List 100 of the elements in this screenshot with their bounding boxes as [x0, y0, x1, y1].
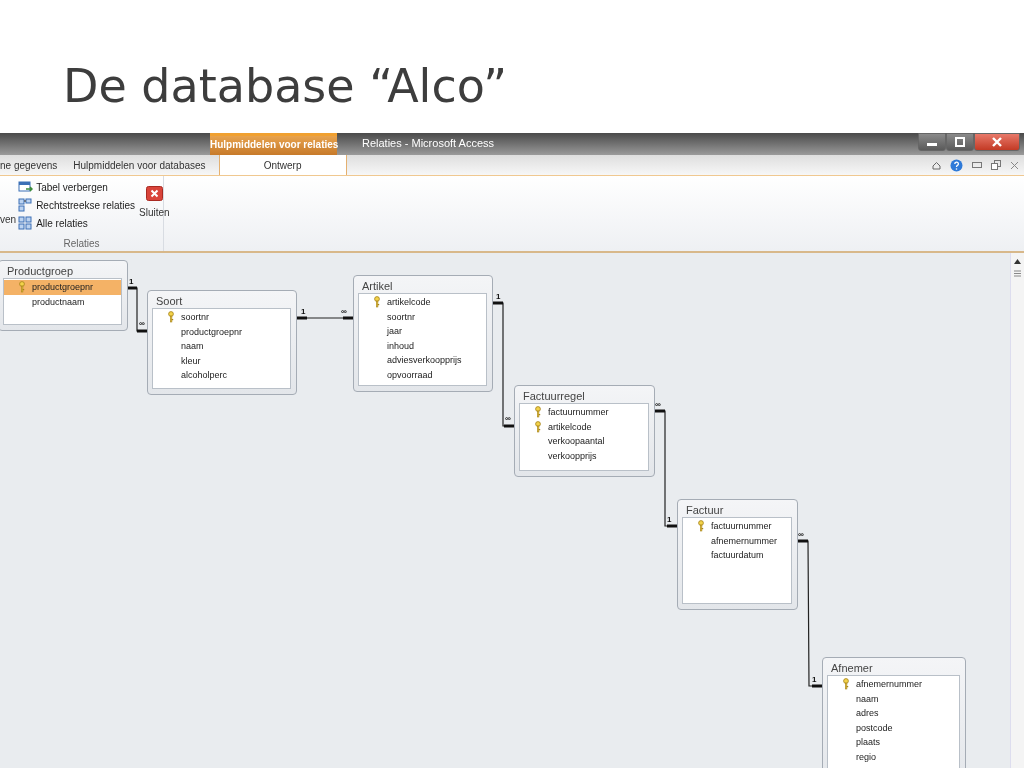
close-icon[interactable]: [1010, 160, 1019, 170]
field-name: productgroepnr: [181, 326, 243, 337]
field-name: adres: [856, 708, 879, 719]
field-row[interactable]: postcode: [828, 720, 959, 735]
ribbon-button[interactable]: Tabel verbergen: [16, 179, 138, 195]
field-name: artikelcode: [387, 297, 431, 308]
table-title: Soort: [155, 294, 184, 308]
table-title: Afnemer: [830, 661, 874, 675]
cardinality-label: 1: [129, 277, 134, 286]
field-row[interactable]: productgroepnr: [4, 280, 121, 295]
ribbon-button[interactable]: Alle relaties: [16, 215, 138, 231]
ribbon-tab[interactable]: Ontwerp: [219, 155, 347, 175]
field-row[interactable]: verkoopprijs: [520, 448, 648, 463]
close-icon: [991, 137, 1003, 147]
scroll-up-arrow[interactable]: [1014, 259, 1021, 264]
table-window[interactable]: Afnemer afnemernummer naam adres postcode plaats regio: [822, 657, 966, 768]
ribbon-tab[interactable]: ne gegevens: [0, 155, 66, 175]
group-label: Relaties: [62, 238, 101, 251]
field-row[interactable]: productgroepnr: [153, 324, 290, 339]
ribbon-label: ven: [0, 214, 17, 225]
field-name: productnaam: [32, 296, 85, 307]
field-name: productgroepnr: [32, 282, 94, 293]
field-name: afnemernummer: [856, 679, 923, 690]
field-row[interactable]: soortnr: [153, 310, 290, 325]
field-name: postcode: [856, 722, 893, 733]
field-name: factuurnummer: [548, 407, 609, 418]
field-name: inhoud: [387, 340, 415, 351]
field-name: factuurdatum: [711, 550, 764, 561]
field-row[interactable]: adviesverkoopprijs: [359, 353, 486, 368]
maximize-icon: [954, 137, 966, 147]
restore-icon[interactable]: [991, 160, 1001, 170]
cardinality-label: 1: [301, 307, 306, 316]
field-name: jaar: [387, 326, 402, 337]
field-name: verkoopprijs: [548, 450, 597, 461]
field-row[interactable]: regio: [828, 749, 959, 764]
close-relations-button[interactable]: Sluiten: [137, 179, 172, 238]
field-name: naam: [856, 693, 879, 704]
field-row[interactable]: verkoopaantal: [520, 434, 648, 449]
field-name: plaats: [856, 737, 881, 748]
field-name: afnemernummer: [711, 535, 778, 546]
table-grid-icon: [18, 216, 34, 230]
cardinality-label: ∞: [341, 307, 347, 316]
field-row[interactable]: factuurnummer: [683, 519, 791, 534]
ribbon-tab[interactable]: Hulpmiddelen voor databases: [73, 155, 220, 175]
field-row[interactable]: adres: [828, 706, 959, 721]
cardinality-label: ∞: [798, 530, 804, 539]
field-name: naam: [181, 341, 204, 352]
field-row[interactable]: afnemernummer: [828, 677, 959, 692]
close-icon: [145, 186, 163, 201]
maximize-button[interactable]: [946, 133, 974, 151]
field-row[interactable]: artikelcode: [359, 295, 486, 310]
field-row[interactable]: factuurdatum: [683, 548, 791, 563]
cardinality-label: 1: [812, 675, 817, 684]
table-title: Factuurregel: [522, 389, 586, 403]
ribbon-button[interactable]: Rechtstreekse relaties: [16, 197, 138, 213]
table-window[interactable]: Productgroep productgroepnr productnaam: [0, 260, 128, 331]
field-name: kleur: [181, 355, 201, 366]
table-links-icon: [18, 198, 34, 212]
field-name: opvoorraad: [387, 369, 433, 380]
cardinality-label: ∞: [655, 400, 661, 409]
grip-icon: [1014, 270, 1021, 277]
field-row[interactable]: opvoorraad: [359, 367, 486, 382]
field-row[interactable]: artikelcode: [520, 419, 648, 434]
field-name: artikelcode: [548, 421, 592, 432]
table-window[interactable]: Factuur factuurnummer afnemernummer factuurdatum: [677, 499, 798, 610]
field-name: soortnr: [387, 311, 415, 322]
cardinality-label: ∞: [505, 414, 511, 423]
field-name: verkoopaantal: [548, 436, 605, 447]
table-window[interactable]: Soort soortnr productgroepnr naam kleur alcoholperc: [147, 290, 297, 395]
field-row[interactable]: naam: [828, 691, 959, 706]
field-row[interactable]: naam: [153, 339, 290, 354]
table-title: Factuur: [685, 503, 725, 517]
cardinality-label: 1: [667, 515, 672, 524]
field-row[interactable]: plaats: [828, 735, 959, 750]
minimize-icon[interactable]: [972, 162, 982, 168]
table-window[interactable]: Artikel artikelcode soortnr jaar inhoud adviesverkoopprijs opvoorraad: [353, 275, 493, 392]
field-name: soortnr: [181, 312, 209, 323]
table-title: Productgroep: [6, 264, 75, 278]
field-row[interactable]: factuurnummer: [520, 405, 648, 420]
slide-title: De database “Alco”: [62, 58, 508, 115]
field-row[interactable]: productnaam: [4, 294, 121, 309]
field-row[interactable]: inhoud: [359, 338, 486, 353]
close-button[interactable]: [974, 133, 1020, 151]
field-row[interactable]: kleur: [153, 353, 290, 368]
field-row[interactable]: alcoholperc: [153, 368, 290, 383]
field-name: alcoholperc: [181, 370, 228, 381]
field-name: factuurnummer: [711, 521, 772, 532]
field-name: regio: [856, 751, 876, 762]
contextual-tab-label: Hulpmiddelen voor relaties: [210, 133, 337, 155]
help-icon[interactable]: [950, 158, 963, 172]
relationship-line[interactable]: [797, 539, 823, 688]
home-icon[interactable]: [932, 160, 941, 170]
cardinality-label: 1: [496, 292, 501, 301]
window-title: Relaties - Microsoft Access: [362, 136, 495, 151]
field-row[interactable]: soortnr: [359, 309, 486, 324]
minimize-button[interactable]: [918, 133, 946, 151]
field-row[interactable]: afnemernummer: [683, 533, 791, 548]
table-window[interactable]: Factuurregel factuurnummer artikelcode verkoopaantal verkoopprijs: [514, 385, 655, 477]
scrollbar[interactable]: [1010, 253, 1024, 768]
field-row[interactable]: jaar: [359, 324, 486, 339]
